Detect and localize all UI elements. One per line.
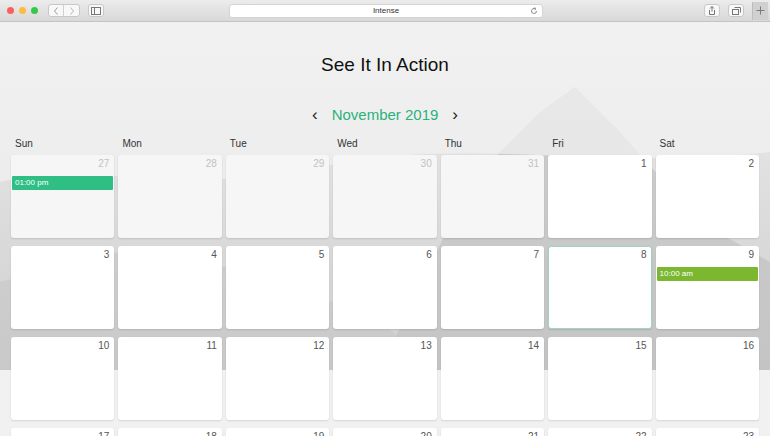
day-cell[interactable]: 22 bbox=[548, 428, 651, 436]
day-cell[interactable]: 27 01:00 pm bbox=[11, 155, 114, 238]
weekday-label: Sun bbox=[11, 137, 114, 151]
day-cell[interactable]: 2 bbox=[656, 155, 759, 238]
day-number: 29 bbox=[227, 156, 328, 171]
day-number: 6 bbox=[334, 247, 435, 262]
close-icon[interactable] bbox=[7, 7, 14, 14]
event-time: 10:00 am bbox=[660, 269, 693, 279]
back-icon[interactable] bbox=[49, 5, 64, 16]
day-cell[interactable]: 4 bbox=[118, 246, 221, 329]
day-number: 13 bbox=[334, 338, 435, 353]
weekday-header: Sun Mon Tue Wed Thu Fri Sat bbox=[0, 137, 770, 151]
day-number: 4 bbox=[119, 247, 220, 262]
day-number: 2 bbox=[657, 156, 758, 171]
forward-icon[interactable] bbox=[64, 5, 79, 16]
day-number: 10 bbox=[12, 338, 113, 353]
day-cell[interactable]: 1 bbox=[548, 155, 651, 238]
new-tab-icon[interactable] bbox=[752, 2, 768, 20]
zoom-icon[interactable] bbox=[31, 7, 38, 14]
day-number: 18 bbox=[119, 429, 220, 436]
day-cell[interactable]: 17 bbox=[11, 428, 114, 436]
tabs-icon[interactable] bbox=[728, 4, 744, 17]
day-number: 19 bbox=[227, 429, 328, 436]
day-number: 20 bbox=[334, 429, 435, 436]
sidebar-icon[interactable] bbox=[88, 4, 104, 17]
day-cell[interactable]: 15 bbox=[548, 337, 651, 420]
day-cell[interactable]: 18 bbox=[118, 428, 221, 436]
event-bar[interactable]: 01:00 pm bbox=[12, 176, 113, 190]
section-title: See It In Action bbox=[0, 53, 770, 77]
weekday-label: Thu bbox=[441, 137, 544, 151]
day-cell[interactable]: 14 bbox=[441, 337, 544, 420]
day-cell[interactable]: 23 bbox=[656, 428, 759, 436]
day-cell[interactable]: 12 bbox=[226, 337, 329, 420]
day-number: 27 bbox=[12, 156, 113, 171]
share-icon[interactable] bbox=[704, 4, 720, 17]
day-number: 17 bbox=[12, 429, 113, 436]
day-number: 5 bbox=[227, 247, 328, 262]
day-number: 16 bbox=[657, 338, 758, 353]
day-cell[interactable]: 10 bbox=[11, 337, 114, 420]
day-cell[interactable]: 13 bbox=[333, 337, 436, 420]
day-cell[interactable]: 7 bbox=[441, 246, 544, 329]
month-label: November 2019 bbox=[332, 104, 439, 126]
day-cell[interactable]: 6 bbox=[333, 246, 436, 329]
day-cell[interactable]: 31 bbox=[441, 155, 544, 238]
event-time: 01:00 pm bbox=[15, 178, 48, 188]
day-number: 1 bbox=[549, 156, 650, 171]
day-number: 7 bbox=[442, 247, 543, 262]
weekday-label: Sat bbox=[656, 137, 759, 151]
previous-month-button[interactable]: ‹ bbox=[310, 104, 320, 126]
day-number: 30 bbox=[334, 156, 435, 171]
day-number: 15 bbox=[549, 338, 650, 353]
weekday-label: Mon bbox=[118, 137, 221, 151]
next-month-button[interactable]: › bbox=[450, 104, 460, 126]
day-number: 11 bbox=[119, 338, 220, 353]
day-cell[interactable]: 11 bbox=[118, 337, 221, 420]
day-cell[interactable]: 9 10:00 am bbox=[656, 246, 759, 329]
day-number: 23 bbox=[657, 429, 758, 436]
day-number: 14 bbox=[442, 338, 543, 353]
day-cell[interactable]: 3 bbox=[11, 246, 114, 329]
browser-toolbar: Intense bbox=[0, 0, 770, 22]
weekday-label: Fri bbox=[548, 137, 651, 151]
day-cell[interactable]: 21 bbox=[441, 428, 544, 436]
weekday-label: Tue bbox=[226, 137, 329, 151]
event-bar[interactable]: 10:00 am bbox=[657, 267, 758, 281]
day-cell[interactable]: 20 bbox=[333, 428, 436, 436]
month-navigation: ‹ November 2019 › bbox=[0, 104, 770, 126]
day-number: 8 bbox=[549, 247, 650, 262]
day-cell[interactable]: 16 bbox=[656, 337, 759, 420]
weekday-label: Wed bbox=[333, 137, 436, 151]
day-cell[interactable]: 8 bbox=[548, 246, 651, 329]
day-cell[interactable]: 29 bbox=[226, 155, 329, 238]
day-number: 9 bbox=[657, 247, 758, 262]
day-number: 31 bbox=[442, 156, 543, 171]
address-text: Intense bbox=[373, 6, 399, 16]
day-cell[interactable]: 5 bbox=[226, 246, 329, 329]
address-bar[interactable]: Intense bbox=[229, 4, 543, 18]
calendar-grid: 2701:00 pm2829303112345678910:00 am10111… bbox=[0, 155, 770, 436]
day-cell[interactable]: 28 bbox=[118, 155, 221, 238]
day-number: 21 bbox=[442, 429, 543, 436]
minimize-icon[interactable] bbox=[19, 7, 26, 14]
day-cell[interactable]: 19 bbox=[226, 428, 329, 436]
day-number: 12 bbox=[227, 338, 328, 353]
day-number: 22 bbox=[549, 429, 650, 436]
reload-icon[interactable] bbox=[530, 7, 538, 15]
day-number: 28 bbox=[119, 156, 220, 171]
day-cell[interactable]: 30 bbox=[333, 155, 436, 238]
day-number: 3 bbox=[12, 247, 113, 262]
